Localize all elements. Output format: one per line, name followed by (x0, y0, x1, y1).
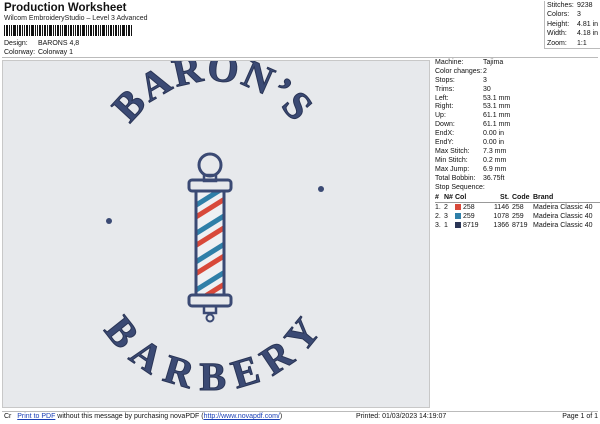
param-value: 53.1 mm (483, 94, 511, 102)
stat-row: Colors: 3 (547, 11, 581, 19)
novapdf-link[interactable]: http://www.novapdf.com/ (204, 413, 280, 420)
param-value: 7.3 mm (483, 147, 507, 155)
param-label: Stops: (435, 76, 455, 84)
param-label: Right: (435, 103, 454, 111)
param-value: 30 (483, 85, 491, 93)
param-value: Tajima (483, 59, 504, 66)
param-label: Machine: (435, 59, 464, 66)
top-arc-text: BARON’S (103, 61, 323, 130)
stat-row: Width: 4.18 in (547, 30, 599, 38)
barcode (4, 25, 132, 36)
param-value: 61.1 mm (483, 112, 511, 120)
barber-pole-icon (187, 152, 233, 323)
design-label: Design: (4, 40, 28, 47)
header-divider (2, 57, 598, 58)
stop-sequence-title: Stop Sequence: (435, 184, 485, 192)
stat-row: Height: 4.81 in (547, 20, 599, 28)
param-label: Down: (435, 121, 455, 129)
param-label: Max Jump: (435, 165, 470, 173)
stop-row: 1. 2 258 1146 258 Madeira Classic 40 (435, 204, 593, 212)
footer-notice: Cr Print to PDF without this message by … (4, 413, 283, 420)
param-label: Color changes: (435, 67, 483, 75)
printed-date: Printed: 01/03/2023 14:19:07 (356, 413, 447, 420)
param-label: Min Stitch: (435, 156, 468, 164)
colorway-row: Colorway: Colorway 1 (4, 49, 73, 56)
param-label: Trims: (435, 85, 455, 93)
color-swatch (455, 222, 461, 229)
stop-row: 3. 1 8719 1366 8719 Madeira Classic 40 (435, 222, 593, 230)
color-swatch (455, 213, 461, 220)
footer-divider (2, 411, 598, 412)
dot-right (318, 186, 324, 192)
page-title: Production Worksheet (4, 2, 127, 14)
stop-table-header: # N# Col St. Code Brand (435, 193, 600, 204)
design-row: Design: BARONS 4,8 (4, 40, 79, 47)
param-label: Left: (435, 94, 449, 102)
design-value: BARONS 4,8 (37, 40, 80, 47)
parameters-panel: Machine: Tajima Color changes:2 Stops: 3 T… (435, 59, 600, 230)
colorway-value: Colorway 1 (37, 49, 73, 56)
param-label: Total Bobbin: (435, 174, 476, 182)
param-value: 36.75ft (483, 174, 505, 182)
colorway-label: Colorway: (4, 49, 36, 56)
param-value: 0.00 in (483, 139, 505, 147)
param-label: Up: (435, 112, 446, 120)
param-label: EndY: (435, 139, 454, 147)
color-swatch (455, 204, 461, 211)
param-value: 3 (483, 76, 487, 84)
page-number: Page 1 of 1 (562, 413, 598, 420)
param-value: 53.1 mm (483, 103, 511, 111)
param-value: 6.9 mm (483, 165, 507, 173)
stop-row: 2. 3 259 1078 259 Madeira Classic 40 (435, 213, 593, 221)
print-to-pdf-link[interactable]: Print to PDF (17, 413, 55, 420)
param-value: 0.2 mm (483, 156, 507, 164)
param-value: 0.00 in (483, 130, 505, 138)
stats-box: Stitches: 9238 Colors: 3 Height: 4.81 in Wi… (544, 1, 600, 49)
param-label: Max Stitch: (435, 147, 470, 155)
stat-row: Stitches: 9238 (547, 2, 593, 9)
param-value: 2 (483, 67, 487, 75)
param-label: EndX: (435, 130, 455, 138)
design-preview: BARON’S BARBERY (2, 44, 430, 408)
stat-row: Zoom: 1:1 (547, 39, 587, 47)
param-value: 61.1 mm (483, 121, 511, 129)
embroidery-design: BARON’S BARBERY (96, 44, 328, 400)
software-name: Wilcom EmbroideryStudio – Level 3 Advanc… (4, 15, 148, 22)
dot-left (106, 218, 112, 224)
